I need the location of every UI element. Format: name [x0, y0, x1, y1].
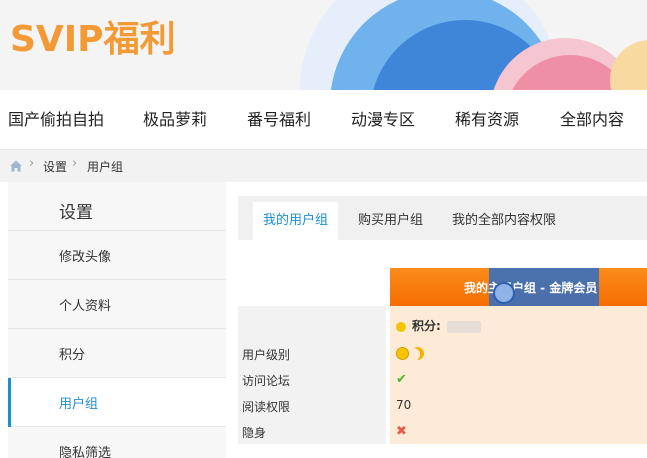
- nav-item[interactable]: 国产偷拍自拍: [8, 90, 104, 150]
- sidebar-item-label: 用户组: [59, 397, 99, 412]
- row-value: ✖: [390, 418, 647, 444]
- sidebar-item-label: 隐私筛选: [59, 446, 112, 458]
- main-nav: 国产偷拍自拍 极品萝莉 番号福利 动漫专区 稀有资源 全部内容: [0, 90, 647, 150]
- main-content: 我的用户组 购买用户组 我的全部内容权限 我的主用户组 - 金牌会员 积分: 用…: [238, 196, 647, 458]
- moon-icon: [411, 347, 424, 360]
- chevron-right-icon: ›: [72, 156, 78, 171]
- sidebar-title-label: 设置: [59, 203, 93, 223]
- sidebar-item-label: 个人资料: [59, 299, 112, 314]
- breadcrumb-item[interactable]: 设置: [43, 158, 67, 175]
- tab-my-usergroup[interactable]: 我的用户组: [253, 202, 339, 240]
- banner-decoration: [610, 40, 647, 90]
- usergroup-title: 我的主用户组 - 金牌会员: [464, 281, 598, 295]
- row-key: 用户级别: [238, 340, 386, 366]
- cross-icon: ✖: [396, 424, 407, 439]
- page: SVIP福利 国产偷拍自拍 极品萝莉 番号福利 动漫专区 稀有资源 全部内容 ›…: [0, 0, 647, 458]
- score-row: 积分:: [238, 306, 647, 340]
- chevron-right-icon: ›: [29, 156, 35, 171]
- nav-item[interactable]: 稀有资源: [455, 90, 519, 150]
- home-icon[interactable]: [9, 159, 23, 173]
- sidebar: 设置 修改头像 个人资料 积分 用户组 隐私筛选: [8, 182, 226, 458]
- site-banner: SVIP福利: [0, 0, 647, 90]
- nav-item[interactable]: 动漫专区: [351, 90, 415, 150]
- score-label: 积分:: [412, 319, 441, 333]
- site-logo[interactable]: SVIP福利: [10, 10, 176, 62]
- sidebar-item-avatar[interactable]: 修改头像: [8, 231, 226, 280]
- sidebar-item-privacy[interactable]: 隐私筛选: [8, 427, 226, 458]
- sidebar-title: 设置: [8, 182, 226, 231]
- nav-item[interactable]: 番号福利: [247, 90, 311, 150]
- row-value: [390, 340, 647, 366]
- sidebar-item-usergroup[interactable]: 用户组: [8, 378, 226, 427]
- sidebar-item-credits[interactable]: 积分: [8, 329, 226, 378]
- tab-buy-usergroup[interactable]: 购买用户组: [348, 202, 433, 240]
- cursor-indicator: [493, 282, 515, 304]
- table-row: 访问论坛 ✔: [238, 366, 647, 392]
- tab-bar: 我的用户组 购买用户组 我的全部内容权限: [238, 196, 647, 240]
- check-icon: ✔: [396, 372, 407, 387]
- blurred-value: [446, 320, 481, 333]
- sidebar-item-label: 积分: [59, 348, 86, 363]
- sidebar-item-profile[interactable]: 个人资料: [8, 280, 226, 329]
- table-row: 隐身 ✖: [238, 418, 647, 444]
- score-row-value: 积分:: [390, 306, 647, 340]
- table-row: 用户级别: [238, 340, 647, 366]
- score-row-key: [238, 306, 386, 340]
- sidebar-item-label: 修改头像: [59, 250, 112, 265]
- breadcrumb-item[interactable]: 用户组: [87, 158, 123, 175]
- row-key: 访问论坛: [238, 366, 386, 392]
- lightbulb-icon: [396, 321, 406, 332]
- table-row: 阅读权限 70: [238, 392, 647, 418]
- row-key: 阅读权限: [238, 392, 386, 418]
- row-key: 隐身: [238, 418, 386, 444]
- breadcrumb: › 设置 › 用户组: [0, 150, 647, 182]
- nav-item[interactable]: 全部内容: [560, 90, 624, 150]
- usergroup-card-header: 我的主用户组 - 金牌会员: [390, 268, 647, 306]
- row-value: 70: [390, 392, 647, 418]
- tab-all-permissions[interactable]: 我的全部内容权限: [442, 202, 566, 240]
- row-value: ✔: [390, 366, 647, 392]
- smile-icon: [396, 347, 409, 360]
- nav-item[interactable]: 极品萝莉: [143, 90, 207, 150]
